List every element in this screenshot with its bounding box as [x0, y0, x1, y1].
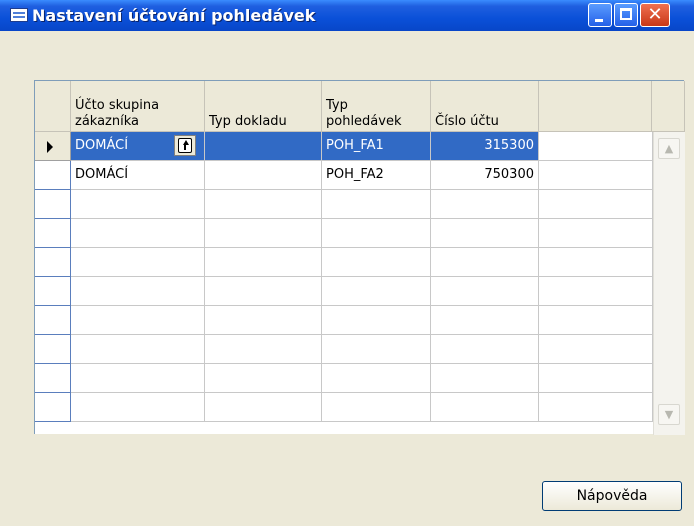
empty-cell[interactable]	[431, 190, 539, 219]
empty-table-row[interactable]	[35, 248, 685, 277]
empty-cell[interactable]	[431, 277, 539, 306]
empty-table-row[interactable]	[35, 306, 685, 335]
row-selector[interactable]	[35, 393, 71, 422]
maximize-button[interactable]	[614, 3, 638, 27]
empty-cell[interactable]	[539, 393, 653, 422]
cell-document-type[interactable]	[205, 161, 322, 190]
lookup-button[interactable]	[174, 135, 196, 156]
row-selector[interactable]	[35, 277, 71, 306]
row-selector[interactable]	[35, 364, 71, 393]
header-corner	[35, 81, 71, 132]
empty-cell[interactable]	[431, 364, 539, 393]
cell-empty	[539, 161, 653, 190]
empty-cell[interactable]	[71, 219, 205, 248]
empty-cell[interactable]	[539, 190, 653, 219]
row-selector[interactable]	[35, 190, 71, 219]
row-selector[interactable]	[35, 306, 71, 335]
row-pointer-icon	[47, 141, 53, 153]
empty-cell[interactable]	[322, 190, 431, 219]
empty-cell[interactable]	[322, 248, 431, 277]
empty-cell[interactable]	[71, 277, 205, 306]
empty-cell[interactable]	[322, 364, 431, 393]
empty-table-row[interactable]	[35, 277, 685, 306]
row-selector[interactable]	[35, 219, 71, 248]
table-row[interactable]: DOMÁCÍ POH_FA2 750300	[35, 161, 685, 190]
empty-cell[interactable]	[205, 364, 322, 393]
cell-document-type[interactable]	[205, 132, 322, 161]
empty-cell[interactable]	[71, 393, 205, 422]
title-bar[interactable]: Nastavení účtování pohledávek ✕	[0, 0, 694, 31]
empty-cell[interactable]	[322, 219, 431, 248]
empty-cell[interactable]	[205, 306, 322, 335]
vertical-scrollbar[interactable]: ▲ ▼	[653, 132, 685, 435]
empty-table-row[interactable]	[35, 190, 685, 219]
header-customer-group[interactable]: Účto skupina zákazníka	[71, 81, 205, 132]
header-receivable-type[interactable]: Typ pohledávek	[322, 81, 431, 132]
scroll-down-icon: ▼	[664, 408, 674, 421]
empty-cell[interactable]	[205, 219, 322, 248]
scroll-up-button[interactable]: ▲	[658, 138, 680, 159]
empty-cell[interactable]	[539, 219, 653, 248]
empty-table-row[interactable]	[35, 335, 685, 364]
empty-cell[interactable]	[539, 306, 653, 335]
lookup-arrow-icon	[178, 138, 192, 153]
empty-cell[interactable]	[431, 306, 539, 335]
posting-setup-grid[interactable]: Účto skupina zákazníka Typ dokladu Typ p…	[34, 80, 685, 435]
empty-cell[interactable]	[431, 219, 539, 248]
empty-cell[interactable]	[71, 335, 205, 364]
empty-cell[interactable]	[71, 364, 205, 393]
empty-cell[interactable]	[431, 335, 539, 364]
empty-table-row[interactable]	[35, 364, 685, 393]
cell-customer-group[interactable]: DOMÁCÍ	[71, 161, 205, 190]
header-scroll-corner	[652, 81, 685, 132]
empty-cell[interactable]	[205, 277, 322, 306]
empty-table-row[interactable]	[35, 393, 685, 422]
empty-cell[interactable]	[71, 190, 205, 219]
empty-cell[interactable]	[322, 277, 431, 306]
empty-cell[interactable]	[205, 248, 322, 277]
row-selector[interactable]	[35, 335, 71, 364]
empty-cell[interactable]	[539, 335, 653, 364]
row-selector[interactable]	[35, 132, 71, 161]
cell-receivable-type[interactable]: POH_FA1	[322, 132, 431, 161]
empty-cell[interactable]	[322, 335, 431, 364]
help-button[interactable]: Nápověda	[542, 481, 682, 511]
maximize-icon	[620, 8, 632, 20]
empty-cell[interactable]	[205, 335, 322, 364]
window-icon	[10, 8, 28, 22]
empty-cell[interactable]	[205, 393, 322, 422]
row-selector[interactable]	[35, 161, 71, 190]
close-icon: ✕	[647, 4, 663, 25]
empty-cell[interactable]	[431, 393, 539, 422]
minimize-button[interactable]	[588, 3, 612, 27]
cell-account-number[interactable]: 750300	[431, 161, 539, 190]
cell-receivable-type[interactable]: POH_FA2	[322, 161, 431, 190]
header-document-type[interactable]: Typ dokladu	[205, 81, 322, 132]
dialog-window: Nastavení účtování pohledávek ✕ Účto sku…	[0, 0, 694, 526]
empty-cell[interactable]	[431, 248, 539, 277]
empty-cell[interactable]	[322, 306, 431, 335]
empty-table-row[interactable]	[35, 219, 685, 248]
cell-customer-group-value: DOMÁCÍ	[75, 138, 129, 153]
empty-cell[interactable]	[205, 190, 322, 219]
row-selector[interactable]	[35, 248, 71, 277]
empty-cell[interactable]	[539, 277, 653, 306]
close-button[interactable]: ✕	[640, 3, 670, 27]
minimize-icon	[595, 19, 603, 22]
empty-cell[interactable]	[322, 393, 431, 422]
scroll-up-icon: ▲	[664, 142, 674, 155]
empty-cell[interactable]	[71, 306, 205, 335]
cell-account-number[interactable]: 315300	[431, 132, 539, 161]
header-empty	[539, 81, 652, 132]
empty-cell[interactable]	[539, 248, 653, 277]
cell-empty	[539, 132, 653, 161]
window-title: Nastavení účtování pohledávek	[32, 6, 316, 25]
table-row[interactable]: DOMÁCÍ POH_FA1 315300	[35, 132, 685, 161]
header-account-number[interactable]: Číslo účtu	[431, 81, 539, 132]
empty-cell[interactable]	[539, 364, 653, 393]
empty-cell[interactable]	[71, 248, 205, 277]
scroll-down-button[interactable]: ▼	[658, 404, 680, 425]
